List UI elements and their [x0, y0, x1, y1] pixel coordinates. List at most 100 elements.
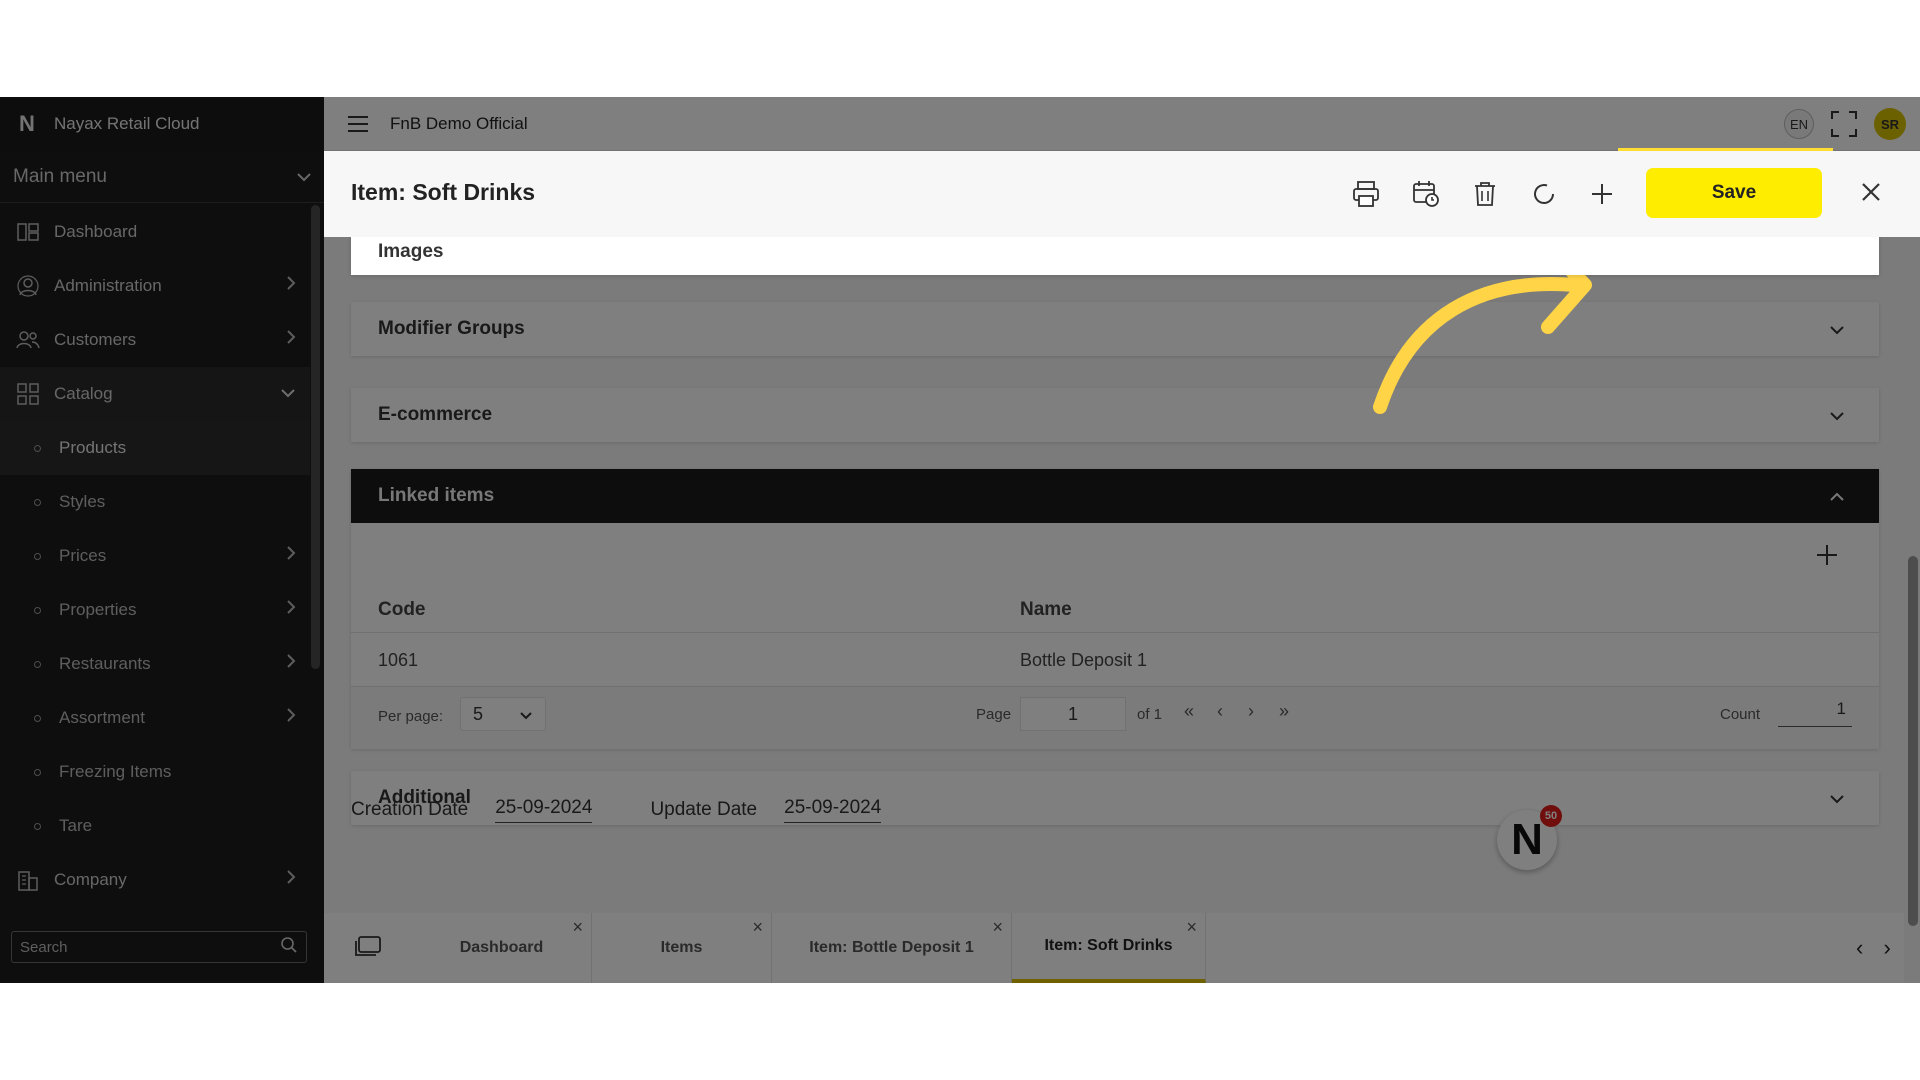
page-label: Page — [976, 706, 1012, 723]
sidebar-subitem-properties[interactable]: Properties — [0, 583, 310, 637]
page-title: Item: Soft Drinks — [351, 179, 536, 205]
brand-name: Nayax Retail Cloud — [54, 114, 200, 133]
sidebar-subitem-label: Restaurants — [59, 654, 151, 673]
sidebar: N Nayax Retail Cloud Main menu Dashboard… — [0, 97, 324, 983]
next-page-icon[interactable]: › — [1248, 701, 1254, 722]
chevron-right-icon — [286, 275, 296, 296]
trash-icon[interactable] — [1470, 179, 1500, 209]
section-title: Linked items — [378, 485, 495, 506]
per-page-label: Per page: — [378, 708, 444, 725]
tab-items[interactable]: Items × — [592, 913, 772, 983]
close-tab-icon[interactable]: × — [752, 917, 763, 938]
sidebar-subitem-prices[interactable]: Prices — [0, 529, 310, 583]
sidebar-subitem-freezing-items[interactable]: Freezing Items — [0, 745, 310, 799]
sidebar-search-input[interactable] — [20, 938, 280, 956]
bullet-icon — [34, 552, 41, 560]
column-header-code[interactable]: Code — [378, 599, 426, 621]
company-icon — [16, 868, 40, 892]
chat-badge: 50 — [1540, 805, 1562, 827]
sidebar-subitem-assortment[interactable]: Assortment — [0, 691, 310, 745]
sidebar-item-label: Company — [54, 870, 127, 889]
bullet-icon — [34, 444, 41, 452]
chevron-left-icon[interactable]: ‹ — [1856, 935, 1863, 960]
chevron-down-icon — [296, 166, 312, 188]
tab-dashboard[interactable]: Dashboard × — [412, 913, 592, 983]
close-tab-icon[interactable]: × — [1186, 917, 1197, 938]
sidebar-item-label: Administration — [54, 276, 162, 295]
bullet-icon — [34, 498, 41, 506]
section-title: E-commerce — [378, 404, 493, 425]
app-window: N Nayax Retail Cloud Main menu Dashboard… — [0, 97, 1920, 983]
first-page-icon[interactable]: « — [1184, 701, 1194, 722]
linked-items-header[interactable]: Linked items — [351, 469, 1879, 523]
section-title: Images — [378, 241, 444, 262]
main-menu-toggle[interactable]: Main menu — [0, 151, 324, 203]
bullet-icon — [34, 768, 41, 776]
prev-page-icon[interactable]: ‹ — [1217, 701, 1223, 722]
fullscreen-icon[interactable] — [1830, 110, 1858, 138]
count-label: Count — [1720, 706, 1761, 723]
save-button[interactable]: Save — [1646, 168, 1822, 218]
chevron-right-icon — [286, 329, 296, 350]
refresh-icon[interactable] — [1529, 179, 1559, 209]
tab-item-bottle-deposit[interactable]: Item: Bottle Deposit 1 × — [772, 913, 1012, 983]
top-bar: FnB Demo Official EN SR — [324, 97, 1920, 151]
sidebar-subitem-label: Tare — [59, 816, 93, 835]
creation-date-label: Creation Date — [351, 799, 469, 820]
user-avatar[interactable]: SR — [1874, 108, 1906, 140]
sidebar-subitem-label: Styles — [59, 492, 106, 511]
table-row[interactable]: 1061 Bottle Deposit 1 — [351, 632, 1879, 687]
sidebar-subitem-label: Products — [59, 438, 127, 457]
catalog-icon — [16, 382, 40, 406]
windows-icon[interactable] — [354, 935, 382, 959]
hamburger-menu-icon[interactable] — [348, 112, 372, 136]
chevron-down-icon — [1829, 405, 1845, 427]
plus-icon[interactable] — [1587, 179, 1617, 209]
content-scrollbar[interactable] — [1908, 151, 1918, 983]
sidebar-subitem-label: Prices — [59, 546, 107, 565]
sidebar-subitem-restaurants[interactable]: Restaurants — [0, 637, 310, 691]
bullet-icon — [34, 660, 41, 668]
sidebar-subitem-tare[interactable]: Tare — [0, 799, 310, 853]
close-icon[interactable] — [1856, 177, 1886, 207]
customers-icon — [16, 328, 40, 352]
sidebar-item-dashboard[interactable]: Dashboard — [0, 205, 310, 259]
close-tab-icon[interactable]: × — [572, 917, 583, 938]
chevron-down-icon — [1829, 319, 1845, 341]
section-modifier-groups[interactable]: Modifier Groups — [351, 302, 1879, 356]
brand-header: N Nayax Retail Cloud — [0, 97, 324, 151]
add-linked-item-icon[interactable] — [1813, 541, 1841, 569]
chevron-down-icon — [519, 704, 533, 725]
sidebar-item-customers[interactable]: Customers — [0, 313, 310, 367]
chevron-right-icon[interactable]: › — [1883, 935, 1890, 960]
close-tab-icon[interactable]: × — [992, 917, 1003, 938]
sidebar-item-label: Customers — [54, 330, 137, 349]
sidebar-subitem-products[interactable]: Products — [0, 421, 310, 475]
per-page-value: 5 — [473, 703, 484, 724]
sidebar-subitem-label: Properties — [59, 600, 137, 619]
chevron-right-icon — [286, 707, 296, 728]
pagination-bar: Per page: 5 Page 1 of 1 « ‹ › » Count 1 — [351, 687, 1879, 749]
tab-item-soft-drinks[interactable]: Item: Soft Drinks × — [1012, 913, 1206, 983]
page-number-input[interactable]: 1 — [1020, 697, 1126, 731]
sidebar-scrollbar[interactable] — [311, 205, 320, 669]
sidebar-item-administration[interactable]: Administration — [0, 259, 310, 313]
page-header: Item: Soft Drinks Save — [324, 151, 1920, 237]
chevron-right-icon — [286, 869, 296, 890]
calendar-clock-icon[interactable] — [1411, 179, 1441, 209]
per-page-select[interactable]: 5 — [460, 697, 546, 731]
section-ecommerce[interactable]: E-commerce — [351, 388, 1879, 442]
bottom-tab-bar: Dashboard × Items × Item: Bottle Deposit… — [324, 913, 1904, 983]
section-linked-items: Linked items Code Name 1061 Bottle Depos… — [351, 469, 1879, 749]
sidebar-item-company[interactable]: Company — [0, 853, 310, 907]
sidebar-nav: Dashboard Administration Customers Catal… — [0, 205, 310, 907]
last-page-icon[interactable]: » — [1279, 701, 1289, 722]
column-header-name[interactable]: Name — [1020, 599, 1072, 621]
print-icon[interactable] — [1351, 179, 1381, 209]
sidebar-search — [11, 931, 307, 963]
sidebar-item-catalog[interactable]: Catalog — [0, 367, 310, 421]
sidebar-subitem-styles[interactable]: Styles — [0, 475, 310, 529]
search-icon[interactable] — [280, 936, 298, 959]
language-switcher[interactable]: EN — [1784, 109, 1814, 139]
tab-label: Items — [660, 939, 703, 956]
